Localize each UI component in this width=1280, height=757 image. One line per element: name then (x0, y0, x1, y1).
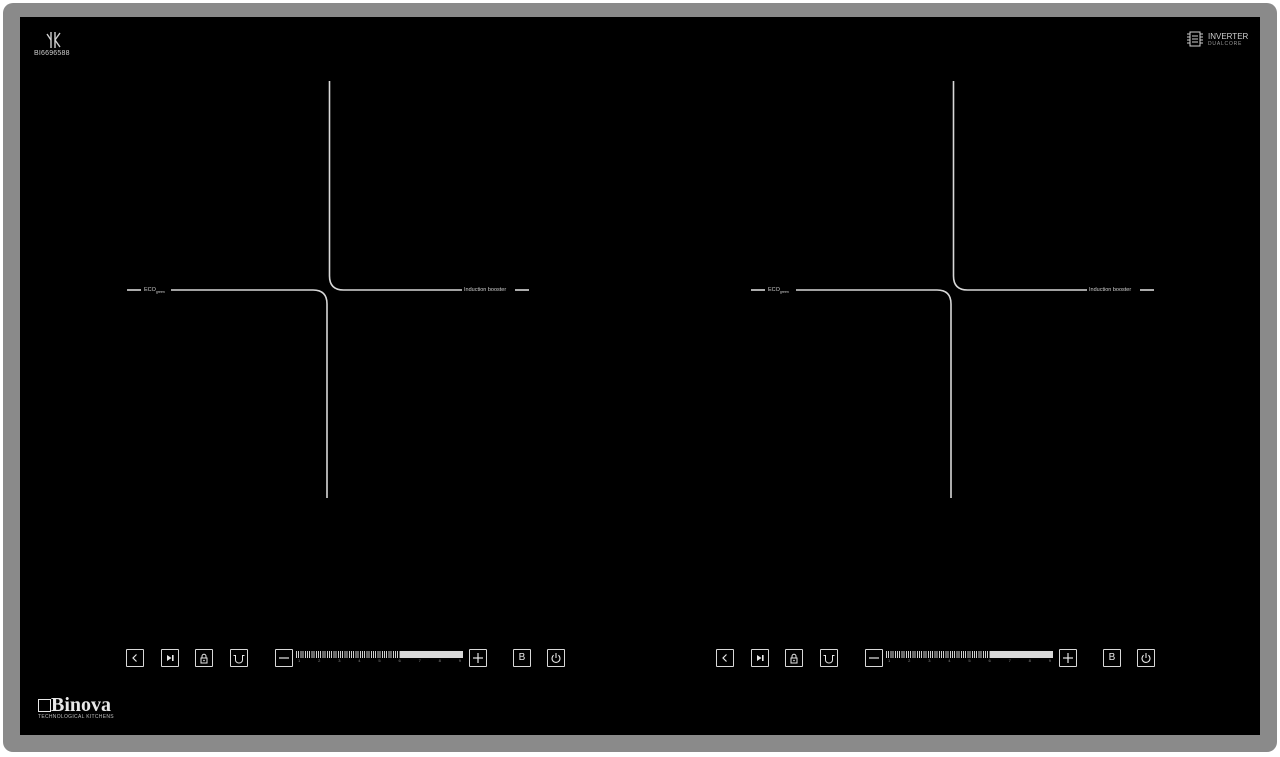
power-slider[interactable]: 123456789 (886, 651, 1053, 663)
power-slider[interactable]: 123456789 (296, 651, 463, 663)
power-icon (551, 653, 561, 663)
plus-button[interactable] (469, 649, 487, 667)
chip-icon (1187, 31, 1203, 47)
minus-icon (869, 657, 879, 659)
pot-icon (233, 654, 245, 663)
minus-icon (279, 657, 289, 659)
next-button[interactable] (751, 649, 769, 667)
brand-square-icon (38, 699, 51, 712)
zone-2-booster-label: Induction booster (1089, 287, 1132, 293)
power-button[interactable] (547, 649, 565, 667)
inverter-title: INVERTER (1208, 32, 1249, 41)
brand-tagline: TECHNOLOGICAL KITCHENS (38, 714, 114, 720)
glass-surface (20, 17, 1260, 735)
slider-numbers: 123456789 (888, 658, 1051, 663)
pot-button[interactable] (820, 649, 838, 667)
pot-icon (823, 654, 835, 663)
zone-2-eco-label: ECOgreen (768, 287, 789, 295)
plus-button[interactable] (1059, 649, 1077, 667)
inverter-subtitle: DUALCORE (1208, 41, 1243, 47)
next-icon (167, 655, 174, 661)
back-icon (132, 654, 137, 662)
lock-button[interactable] (785, 649, 803, 667)
booster-button[interactable]: B (1103, 649, 1121, 667)
hob-logo-icon (44, 31, 64, 51)
power-icon (1141, 653, 1151, 663)
lock-icon (790, 653, 798, 663)
slider-fill (400, 651, 463, 658)
zone-1-booster-label: Induction booster (464, 287, 507, 293)
model-number: BI6696588 (34, 50, 70, 57)
slider-fill (990, 651, 1053, 658)
slider-ticks (886, 651, 990, 658)
plus-icon (473, 653, 483, 663)
lock-button[interactable] (195, 649, 213, 667)
next-button[interactable] (161, 649, 179, 667)
minus-button[interactable] (275, 649, 293, 667)
booster-icon: B (1108, 652, 1116, 663)
plus-icon (1063, 653, 1073, 663)
minus-button[interactable] (865, 649, 883, 667)
back-icon (722, 654, 727, 662)
booster-button[interactable]: B (513, 649, 531, 667)
next-icon (757, 655, 764, 661)
slider-numbers: 123456789 (298, 658, 461, 663)
back-button[interactable] (126, 649, 144, 667)
pot-button[interactable] (230, 649, 248, 667)
zone-1-eco-label: ECOgreen (144, 287, 165, 295)
lock-icon (200, 653, 208, 663)
booster-icon: B (518, 652, 526, 663)
power-button[interactable] (1137, 649, 1155, 667)
back-button[interactable] (716, 649, 734, 667)
slider-ticks (296, 651, 400, 658)
